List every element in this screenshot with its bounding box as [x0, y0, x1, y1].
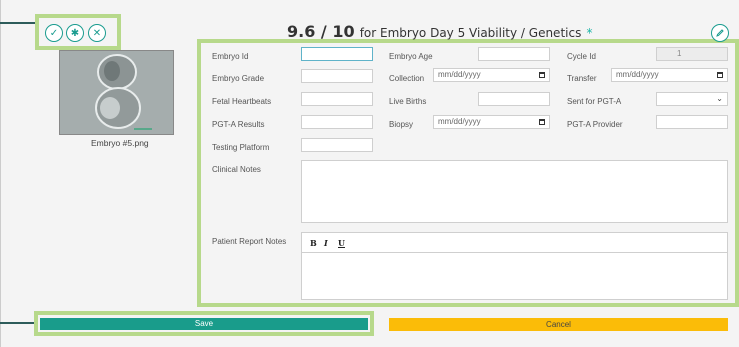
transfer-label: Transfer	[567, 74, 597, 83]
page-title: 9.6 / 10 for Embryo Day 5 Viability / Ge…	[287, 22, 592, 41]
edit-button[interactable]	[711, 24, 729, 42]
pgta-results-input[interactable]	[301, 115, 373, 129]
live-births-input[interactable]	[478, 92, 550, 106]
collection-date-input[interactable]: mm/dd/yyyy	[433, 68, 550, 82]
chevron-down-icon: ⌄	[716, 94, 723, 103]
italic-button[interactable]: I	[324, 238, 328, 248]
testing-platform-input[interactable]	[301, 138, 373, 152]
embryo-grade-input[interactable]	[301, 69, 373, 83]
cycle-id-label: Cycle Id	[567, 52, 596, 61]
cancel-button[interactable]: Cancel	[389, 318, 728, 331]
callout-line-top	[0, 22, 35, 24]
embryo-id-label: Embryo Id	[212, 52, 249, 61]
live-births-label: Live Births	[389, 97, 427, 106]
fetal-heartbeats-label: Fetal Heartbeats	[212, 97, 272, 106]
transfer-placeholder: mm/dd/yyyy	[616, 70, 659, 79]
image-caption: Embryo #5.png	[91, 138, 149, 148]
biopsy-placeholder: mm/dd/yyyy	[438, 117, 481, 126]
asterisk-icon[interactable]: ✱	[66, 24, 84, 42]
biopsy-label: Biopsy	[389, 120, 414, 129]
check-icon[interactable]: ✓	[45, 24, 63, 42]
title-text: for Embryo Day 5 Viability / Genetics	[359, 26, 582, 40]
biopsy-date-input[interactable]: mm/dd/yyyy	[433, 115, 550, 129]
embryo-image[interactable]	[59, 50, 174, 135]
calendar-icon[interactable]	[539, 72, 545, 78]
embryo-age-input[interactable]	[478, 47, 550, 61]
clinical-notes-label: Clinical Notes	[212, 165, 261, 174]
embryo-editor: ✓ ✱ ✕ 9.6 / 10 for Embryo Day 5 Viabilit…	[0, 0, 739, 347]
sent-for-pgta-select[interactable]: ⌄	[656, 92, 728, 106]
fetal-heartbeats-input[interactable]	[301, 92, 373, 106]
required-mark: *	[586, 26, 593, 40]
collection-placeholder: mm/dd/yyyy	[438, 70, 481, 79]
transfer-date-input[interactable]: mm/dd/yyyy	[611, 68, 728, 82]
underline-button[interactable]: U	[338, 238, 345, 248]
patient-report-notes-label: Patient Report Notes	[212, 237, 287, 246]
sent-for-pgta-label: Sent for PGT-A	[567, 97, 622, 106]
cycle-id-input: 1	[656, 47, 728, 61]
score-value: 9.6 / 10	[287, 22, 355, 41]
pgta-provider-input[interactable]	[656, 115, 728, 129]
embryo-id-input[interactable]	[301, 47, 373, 61]
testing-platform-label: Testing Platform	[212, 143, 270, 152]
bold-button[interactable]: B	[310, 238, 317, 248]
pencil-icon	[716, 29, 724, 37]
pgta-provider-label: PGT-A Provider	[567, 120, 623, 129]
embryo-age-label: Embryo Age	[389, 52, 433, 61]
clinical-notes-textarea[interactable]	[301, 160, 728, 223]
collection-label: Collection	[389, 74, 425, 83]
close-icon[interactable]: ✕	[88, 24, 106, 42]
patient-report-notes-editor[interactable]	[301, 253, 728, 300]
embryo-grade-label: Embryo Grade	[212, 74, 265, 83]
calendar-icon[interactable]	[539, 119, 545, 125]
callout-line-bottom	[0, 322, 38, 324]
save-button[interactable]: Save	[40, 318, 368, 330]
pgta-results-label: PGT-A Results	[212, 120, 265, 129]
rich-text-toolbar: B I U	[301, 232, 728, 253]
calendar-icon[interactable]	[717, 72, 723, 78]
